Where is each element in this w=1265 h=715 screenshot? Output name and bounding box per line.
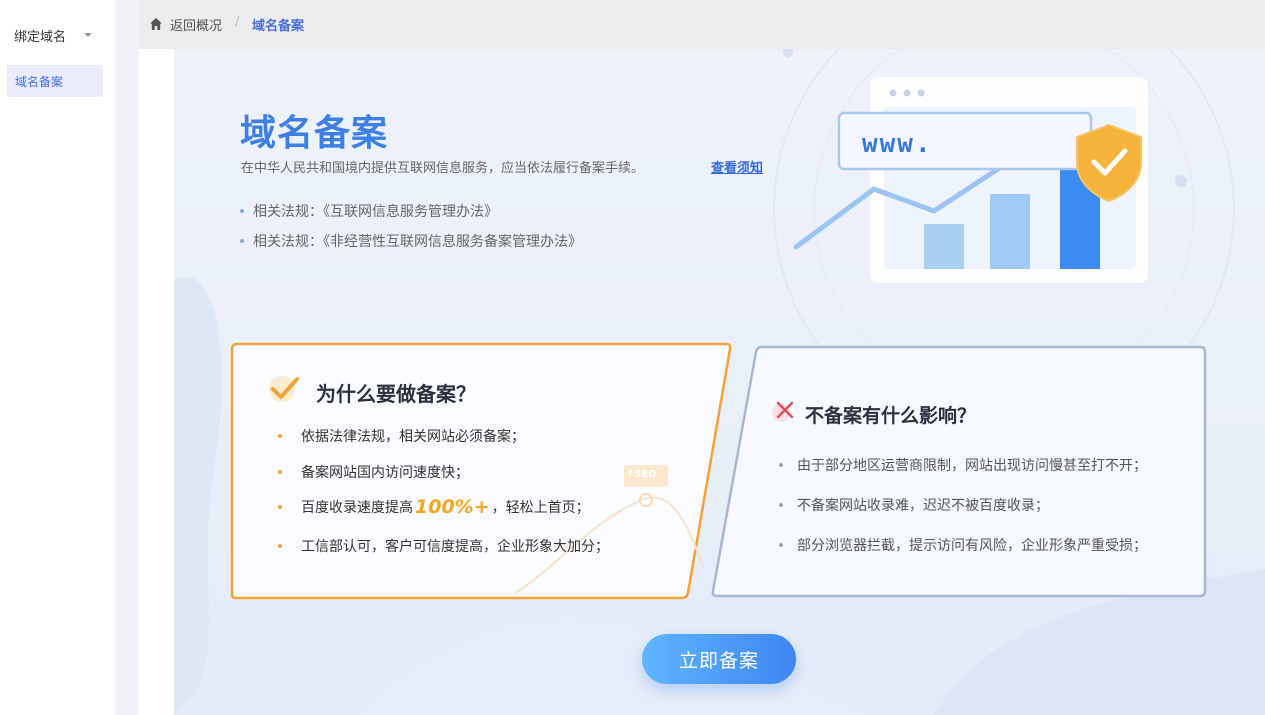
law-item: 相关法规：《互联网信息服务管理办法》 [240,201,498,221]
apply-icp-button[interactable]: 立即备案 [642,634,796,684]
no-item-text: 不备案网站收录难，迟迟不被百度收录； [797,498,1049,514]
bullet-dot [779,503,783,507]
bullet-dot [779,463,783,467]
bullet-dot [278,470,282,474]
why-list-item: 备案网站国内访问速度快； [278,462,469,482]
chevron-down-icon [84,33,92,37]
sidebar-group-label: 绑定域名 [14,29,67,45]
law-text: 相关法规：《非经营性互联网信息服务备案管理办法》 [253,234,582,250]
no-list-item: 不备案网站收录难，迟迟不被百度收录； [779,495,1049,515]
why-item-text: 依据法律法规，相关网站必须备案； [301,429,525,445]
why-item-text: 百度收录速度提高 [301,500,413,516]
bullet-dot [779,543,783,547]
why-list-item: 百度收录速度提高 100%+ ，轻松上首页； [278,496,590,518]
view-notice-link[interactable]: 查看须知 [711,157,763,176]
sidebar-group-bind-domain[interactable]: 绑定域名 [0,20,115,50]
main-content: 域名备案 在中华人民共和国境内提供互联网信息服务，应当依法履行备案手续。 查看须… [174,49,1265,715]
content-gutter [139,49,174,715]
seo-badge: ↑SEO [626,469,657,480]
sidebar: 绑定域名 域名备案 [0,0,115,715]
breadcrumb-current: 域名备案 [252,19,305,34]
no-list-item: 由于部分地区运营商限制，网站出现访问慢甚至打不开； [779,455,1147,475]
law-item: 相关法规：《非经营性互联网信息服务备案管理办法》 [240,231,582,251]
no-card-title: 不备案有什么影响？ [805,405,977,427]
page-title: 域名备案 [240,113,389,154]
why-item-text: 工信部认可，客户可信度提高，企业形象大加分； [301,539,609,555]
bullet-dot [240,209,244,213]
sidebar-item-domain-icp[interactable]: 域名备案 [7,65,103,97]
why-card-title: 为什么要做备案？ [316,382,476,406]
no-list-item: 部分浏览器拦截，提示访问有风险，企业形象严重受损； [779,535,1147,555]
page-description: 在中华人民共和国境内提供互联网信息服务，应当依法履行备案手续。 [241,161,645,176]
breadcrumb-back-link[interactable]: 返回概况 [170,15,222,34]
breadcrumb-separator: / [235,15,240,30]
breadcrumb: 返回概况 / 域名备案 [139,0,1265,49]
why-list-item: 依据法律法规，相关网站必须备案； [278,426,525,446]
no-item-text: 由于部分地区运营商限制，网站出现访问慢甚至打不开； [797,458,1147,474]
why-list-item: 工信部认可，客户可信度提高，企业形象大加分； [278,536,609,556]
bullet-dot [240,239,244,243]
no-item-text: 部分浏览器拦截，提示访问有风险，企业形象严重受损； [797,538,1147,554]
www-illustration-text: www. [862,129,933,159]
bullet-dot [278,544,282,548]
law-text: 相关法规：《互联网信息服务管理办法》 [253,204,498,220]
bullet-dot [278,434,282,438]
highlight-percent: 100%+ [415,496,490,518]
why-item-text: 备案网站国内访问速度快； [301,465,469,481]
sidebar-item-label: 域名备案 [15,74,64,89]
domain-illustration [793,77,1148,283]
bullet-dot [278,505,282,509]
why-item-text: ，轻松上首页； [491,500,590,516]
home-icon [150,18,162,30]
